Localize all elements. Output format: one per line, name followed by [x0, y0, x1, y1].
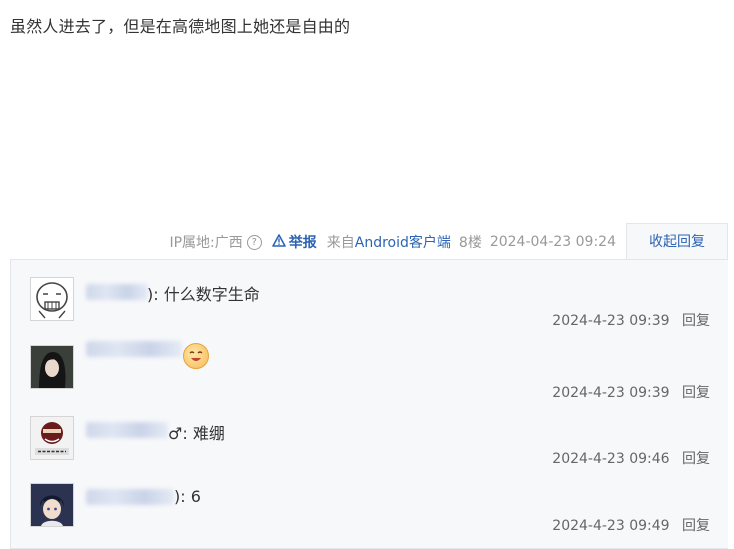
username-blurred[interactable]	[86, 284, 148, 300]
reply-meta: 2024-4-23 09:39 回复	[552, 382, 710, 402]
ip-location: IP属地:广西	[169, 235, 243, 251]
post-meta: IP属地:广西 ? 举报 来自 Android客户端 8楼 2024-04-23…	[169, 232, 616, 252]
report-button[interactable]: 举报	[271, 232, 317, 252]
source-prefix: 来自	[326, 235, 355, 251]
reply-meta: 2024-4-23 09:39 回复	[552, 310, 710, 330]
collapse-replies-button[interactable]: 收起回复	[626, 223, 728, 260]
reply-button[interactable]: 回复	[682, 451, 710, 467]
reply-text: ♂: 难绷	[168, 424, 225, 443]
reply-time: 2024-4-23 09:39	[552, 313, 670, 329]
reply-time: 2024-4-23 09:46	[552, 451, 670, 467]
reply-meta: 2024-4-23 09:49 回复	[552, 515, 710, 535]
reply-time: 2024-4-23 09:39	[552, 385, 670, 401]
reply-list: ): 什么数字生命 2024-4-23 09:39 回复 2024-4-23 0…	[10, 259, 728, 549]
username-blurred[interactable]	[86, 489, 174, 505]
reply-button[interactable]: 回复	[682, 385, 710, 401]
reply-text: ): 6	[174, 487, 201, 506]
reply-text: ): 什么数字生命	[147, 285, 260, 304]
warning-triangle-icon	[271, 233, 286, 251]
reply-button[interactable]: 回复	[682, 518, 710, 534]
reply-button[interactable]: 回复	[682, 313, 710, 329]
post-meta-bar: IP属地:广西 ? 举报 来自 Android客户端 8楼 2024-04-23…	[0, 223, 734, 260]
report-label: 举报	[288, 235, 317, 251]
floor-number: 8楼	[458, 235, 482, 251]
reply-meta: 2024-4-23 09:46 回复	[552, 448, 710, 468]
username-blurred[interactable]	[86, 422, 168, 438]
meme-face-avatar[interactable]	[30, 277, 74, 321]
help-icon[interactable]: ?	[246, 234, 262, 250]
source-client-link[interactable]: Android客户端	[355, 232, 451, 252]
red-meme-avatar[interactable]	[30, 416, 74, 460]
laughing-emoji-sticker	[183, 343, 209, 369]
post-content: 虽然人进去了，但是在高德地图上她还是自由的	[10, 17, 351, 36]
reply-time: 2024-4-23 09:49	[552, 518, 670, 534]
username-blurred[interactable]	[86, 341, 182, 357]
dark-hair-avatar[interactable]	[30, 345, 74, 389]
anime-boy-avatar[interactable]	[30, 483, 74, 527]
post-timestamp: 2024-04-23 09:24	[489, 234, 616, 250]
